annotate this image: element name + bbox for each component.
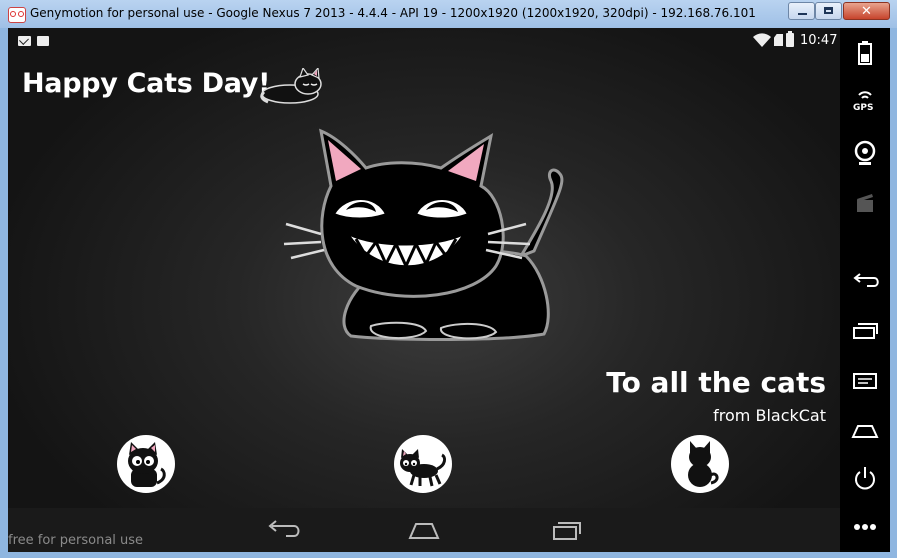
home-icon[interactable] [850,416,880,446]
status-clock: 10:47 [800,33,838,48]
wifi-icon [753,33,771,47]
nav-back-button[interactable] [264,518,300,542]
from-text: from BlackCat [713,406,826,425]
nav-recents-button[interactable] [548,518,584,542]
minimize-icon [798,13,807,15]
briefcase-icon [37,36,49,46]
back-icon[interactable] [850,266,880,296]
genymotion-logo-icon [8,7,26,23]
watermark-text: free for personal use [8,533,144,548]
maximize-icon [824,7,833,14]
android-screen[interactable]: 10:47 Happy Cats Day! To all the cats fr… [8,28,840,552]
battery-icon[interactable] [850,38,880,68]
window-titlebar: Genymotion for personal use - Google Nex… [0,0,897,29]
close-button[interactable]: ✕ [843,2,890,20]
window-frame-bottom [8,552,890,558]
webcam-icon[interactable] [850,138,880,168]
status-bar: 10:47 [8,28,840,53]
window-frame-left [0,28,8,558]
power-icon[interactable] [850,463,880,493]
genymotion-toolbar: GPS [840,28,890,552]
window-frame-right [890,28,897,558]
sleeping-cat-image [260,68,322,104]
cat-back-app-icon[interactable] [671,435,729,493]
tagline-text: To all the cats [606,366,826,399]
gmail-icon [18,36,31,46]
gps-label: GPS [853,103,874,113]
clapperboard-icon[interactable] [850,188,880,218]
menu-icon[interactable] [850,366,880,396]
maximize-button[interactable] [815,2,842,20]
sim-icon [774,34,783,46]
cat-sitting-app-icon[interactable] [117,435,175,493]
more-icon[interactable] [850,512,880,542]
recents-icon[interactable] [850,316,880,346]
battery-icon [786,31,794,47]
headline-text: Happy Cats Day! [22,68,271,99]
window-title: Genymotion for personal use - Google Nex… [30,6,756,20]
minimize-button[interactable] [788,2,815,20]
cat-walking-app-icon[interactable] [394,435,452,493]
black-cat-illustration [283,128,564,342]
close-icon: ✕ [861,4,872,19]
nav-home-button[interactable] [406,518,442,542]
